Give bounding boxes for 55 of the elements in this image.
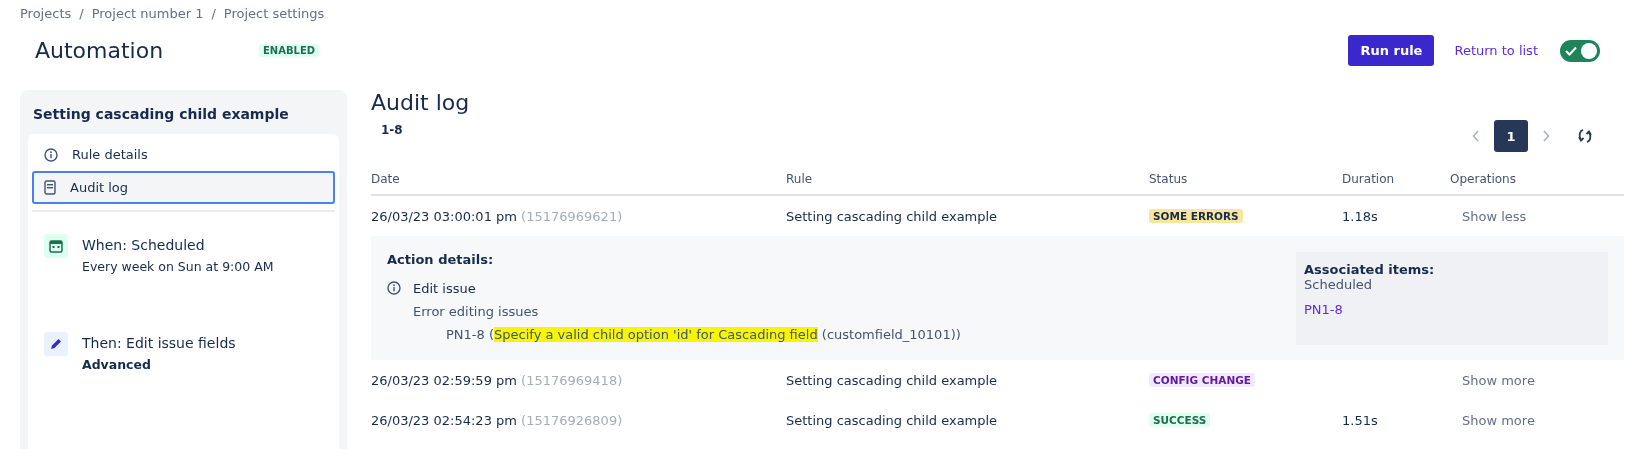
step-detail: Advanced [82,357,152,372]
issue-link[interactable]: PN1-8 [1304,302,1600,317]
rule-name: Setting cascading child example [32,105,290,124]
date-cell-text: 26/03/23 02:54:23 pm (15176926809) [371,412,624,428]
error-detail: PN1-8 (Specify a valid child option 'id' for Cascading field (customfield_10101)) [446,327,962,342]
breadcrumb-link[interactable]: Project number 1 [91,6,204,21]
toggle-details-link[interactable]: Show more [1450,412,1624,428]
date-cell-text: 26/03/23 03:00:01 pm (15176969621) [371,208,624,224]
column-header: Operations [1450,172,1517,186]
status-badge: ENABLED [259,44,320,57]
column-header: Duration [1342,172,1396,186]
check-icon [1565,45,1577,56]
error-message: Error editing issues [413,304,539,319]
return-link[interactable]: Return to list [1454,43,1538,58]
nav-label: Audit log [70,180,129,195]
breadcrumb-separator: / [211,6,216,21]
pencil-icon [44,332,68,356]
status-tag: CONFIG CHANGE [1149,373,1255,387]
result-range: 1-8 [381,123,404,137]
step-title: When: Scheduled [82,237,206,253]
info-icon [387,281,401,295]
calendar-icon [44,234,68,258]
associated-title: Associated items: [1304,262,1436,277]
page-title: Automation [35,38,165,63]
rule-cell-text: Setting cascading child example [786,372,999,388]
breadcrumb-link[interactable]: Project settings [223,6,325,21]
rule-cell-text: Setting cascading child example [786,208,999,224]
column-header: Status [1149,172,1189,186]
nav-item[interactable]: Audit log [32,171,335,204]
step-title: Then: Edit issue fields [82,335,236,351]
column-header: Rule [786,172,814,186]
duration-cell-text: 1.18s [1342,208,1379,224]
status-tag: SOME ERRORS [1149,209,1243,223]
duration-cell-text: 1.51s [1342,412,1379,428]
breadcrumb-separator: / [79,6,84,21]
run-rule-button[interactable]: Run rule [1348,35,1435,66]
nav-item[interactable]: Rule details [32,138,335,171]
rule-cell-text: Setting cascading child example [786,412,999,428]
refresh-icon[interactable] [1576,127,1594,145]
date-cell-text: 26/03/23 02:59:59 pm (15176969418) [371,372,624,388]
info-icon [44,147,58,162]
document-icon [44,180,56,195]
details-title: Action details: [387,252,495,267]
toggle-details-link[interactable]: Show more [1450,372,1624,388]
step-detail: Every week on Sun at 9:00 AM [82,259,274,274]
status-tag: SUCCESS [1149,413,1211,427]
breadcrumb-link[interactable]: Projects [20,6,72,21]
associated-source: Scheduled [1304,277,1373,292]
action-name: Edit issue [413,281,477,296]
page-button[interactable]: 1 [1494,120,1528,152]
nav-label: Rule details [72,147,148,162]
enable-toggle[interactable] [1560,39,1600,62]
toggle-details-link[interactable]: Show less [1450,208,1624,224]
section-title: Audit log [371,90,470,115]
column-header: Date [371,172,401,186]
